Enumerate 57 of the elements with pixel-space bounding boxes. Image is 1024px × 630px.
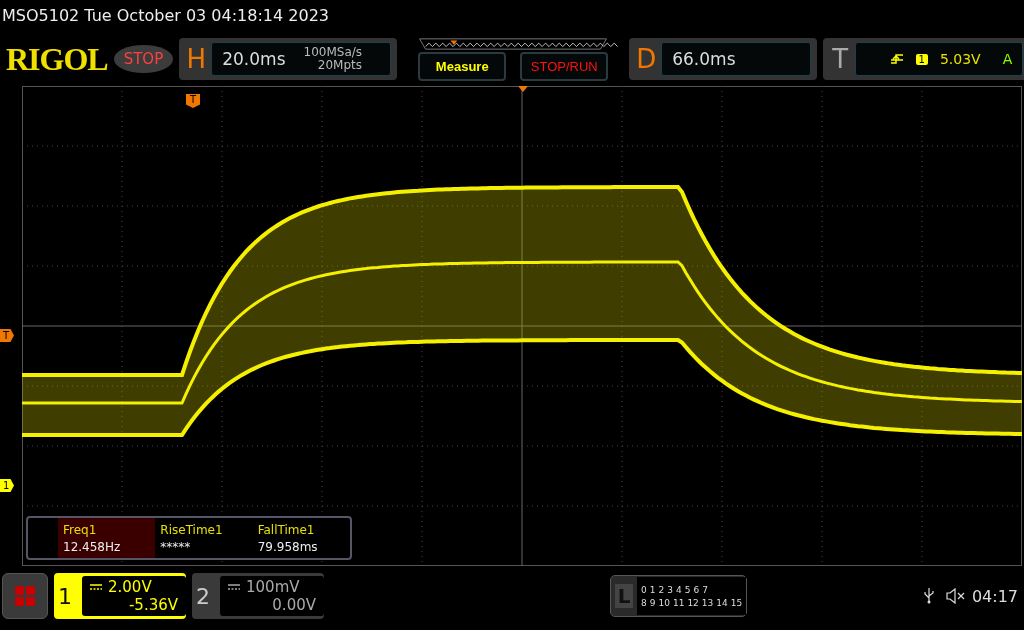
trigger-level-marker[interactable]: T (0, 329, 14, 342)
trigger-level: 5.03V (939, 51, 981, 67)
trigger-time-marker[interactable]: T (186, 94, 200, 108)
logic-channel-number: 12 (687, 597, 699, 608)
grid-menu-icon (14, 585, 36, 607)
delay-panel[interactable]: D 66.0ms (629, 38, 818, 80)
logic-channel-number: 5 (684, 584, 691, 595)
logic-channel-number: 3 (667, 584, 673, 595)
measurement-item[interactable]: Freq1 12.458Hz (58, 518, 156, 558)
run-state-indicator: STOP (113, 45, 174, 73)
delay-value: 66.0ms (672, 49, 736, 69)
logic-channel-number: 8 (641, 597, 647, 608)
logic-channel-number: 7 (702, 584, 708, 595)
clock: 04:17 (971, 586, 1019, 606)
dc-coupling-icon (228, 584, 240, 590)
status-line: MSO5102 Tue October 03 04:18:14 2023 (1, 5, 330, 27)
horizontal-panel[interactable]: H 20.0ms 100MSa/s 20Mpts (179, 38, 398, 80)
trigger-source-badge: 1 (915, 53, 928, 65)
channel-scale: 100mV (246, 578, 300, 596)
toolbar-button[interactable]: Measure (418, 51, 507, 81)
logic-channel-number: 6 (693, 584, 700, 595)
brand-logo: RIGOL (6, 40, 108, 78)
muted-speaker-icon (945, 588, 966, 604)
channel-marker[interactable]: 1 (0, 479, 14, 492)
logic-channel-number: 0 (641, 584, 647, 595)
channel-number: 1 (58, 583, 73, 609)
measurement-item[interactable]: FallTime1 79.958ms (252, 518, 350, 558)
horizontal-label: H (185, 44, 207, 74)
logic-channel-number: 13 (701, 597, 714, 608)
navigation-button[interactable] (2, 573, 48, 619)
measurement-item[interactable]: RiseTime1 ***** (155, 518, 253, 558)
logic-channel-number: 2 (658, 584, 665, 595)
rising-edge-icon (889, 53, 904, 65)
logic-channel-number: 10 (658, 597, 670, 608)
logic-channel-number: 1 (649, 584, 656, 595)
logic-channel-number: 9 (649, 597, 656, 608)
trigger-panel[interactable]: T 1 5.03V A (823, 38, 1024, 80)
logic-channel-number: 15 (730, 597, 743, 608)
channel-offset: -5.36V (128, 596, 178, 614)
channel-offset: 0.00V (272, 596, 316, 614)
logic-channel-number: 11 (672, 597, 685, 608)
memory-depth: 20Mpts (317, 59, 363, 72)
toolbar-button[interactable]: STOP/RUN (520, 51, 609, 81)
channel-scale: 2.00V (108, 578, 152, 596)
sample-rate: 100MSa/s (303, 46, 363, 59)
trigger-label: T (831, 44, 850, 74)
logic-channel-number: 4 (675, 584, 682, 595)
dc-coupling-icon (90, 584, 102, 590)
usb-icon (923, 588, 934, 604)
trigger-position-icon (518, 86, 528, 92)
channel-number: 2 (196, 583, 211, 609)
channel-panel[interactable]: 2 100mV 0.00V (192, 573, 324, 619)
logic-channel-number: 14 (716, 597, 728, 608)
trigger-mode: A (1002, 51, 1013, 67)
channel-panel[interactable]: 1 2.00V -5.36V (54, 573, 186, 619)
delay-label: D (635, 44, 658, 74)
timebase-value: 20.0ms (222, 49, 286, 69)
